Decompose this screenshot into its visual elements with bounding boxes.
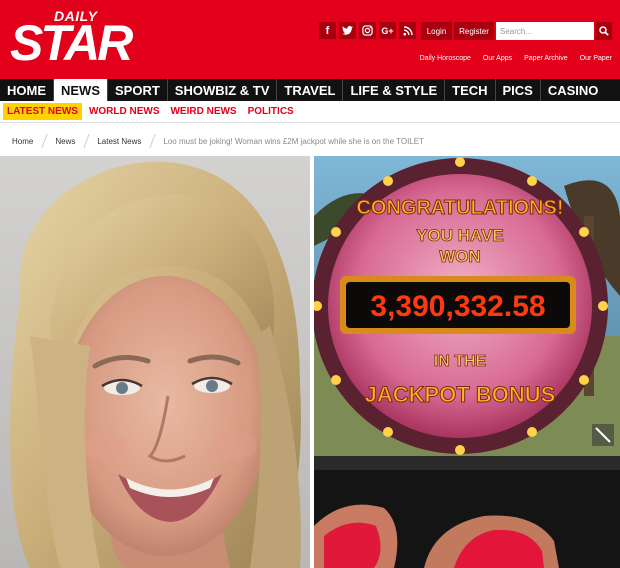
nav-sport[interactable]: SPORT [108,79,168,101]
expand-icon [592,424,614,446]
jackpot-you-have-text: YOU HAVE [416,226,504,245]
jackpot-won-text: WON [439,247,481,266]
jackpot-in-the-text: IN THE [434,353,487,370]
top-link-paper[interactable]: Our Paper [580,55,612,62]
breadcrumb-home[interactable]: Home [0,137,43,146]
social-links: f G+ [319,22,419,39]
top-link-horoscope[interactable]: Daily Horoscope [420,55,471,62]
subnav-world-news[interactable]: WORLD NEWS [85,106,164,117]
nav-tech[interactable]: TECH [445,79,496,101]
subnav-latest-news[interactable]: LATEST NEWS [3,103,82,120]
jackpot-amount: 3,390,332.58 [370,290,545,323]
top-links: Daily Horoscope Our Apps Paper Archive O… [420,55,612,62]
breadcrumb-latest-news[interactable]: Latest News [85,137,151,146]
site-header: DAILY STAR f G+ Login Register Search...… [0,0,620,79]
rss-icon[interactable] [399,22,416,39]
search-button[interactable] [595,22,612,40]
logo-star-text: STAR [10,15,133,71]
subnav-weird-news[interactable]: WEIRD NEWS [166,106,240,117]
nav-home[interactable]: HOME [0,79,54,101]
top-link-apps[interactable]: Our Apps [483,55,512,62]
woman-photo [0,156,310,568]
google-plus-icon[interactable]: G+ [379,22,396,39]
breadcrumb: Home News Latest News Loo must be joking… [0,130,620,152]
nav-showbiz[interactable]: SHOWBIZ & TV [168,79,278,101]
jackpot-congrats-text: CONGRATULATIONS! [356,197,563,219]
login-button[interactable]: Login [421,22,452,40]
nav-casino[interactable]: CASINO [541,79,606,101]
subnav-politics[interactable]: POLITICS [244,106,298,117]
register-button[interactable]: Register [454,22,494,40]
nav-pics[interactable]: PICS [496,79,541,101]
sub-nav: LATEST NEWS WORLD NEWS WEIRD NEWS POLITI… [0,101,620,123]
breadcrumb-article-title: Loo must be joking! Woman wins £2M jackp… [163,136,424,146]
search-icon [598,26,609,36]
nav-news[interactable]: NEWS [54,79,108,101]
jackpot-bonus-text: JACKPOT BONUS [365,382,556,407]
nav-life-style[interactable]: LIFE & STYLE [343,79,446,101]
main-nav: HOME NEWS SPORT SHOWBIZ & TV TRAVEL LIFE… [0,79,620,101]
search-input[interactable]: Search... [496,22,594,40]
jackpot-screen-photo: CONGRATULATIONS! YOU HAVE WON 3,390,332.… [314,156,620,568]
top-link-archive[interactable]: Paper Archive [524,55,568,62]
twitter-icon[interactable] [339,22,356,39]
facebook-icon[interactable]: f [319,22,336,39]
instagram-icon[interactable] [359,22,376,39]
breadcrumb-news[interactable]: News [43,137,85,146]
daily-star-logo[interactable]: DAILY STAR [10,6,133,72]
nav-travel[interactable]: TRAVEL [277,79,344,101]
